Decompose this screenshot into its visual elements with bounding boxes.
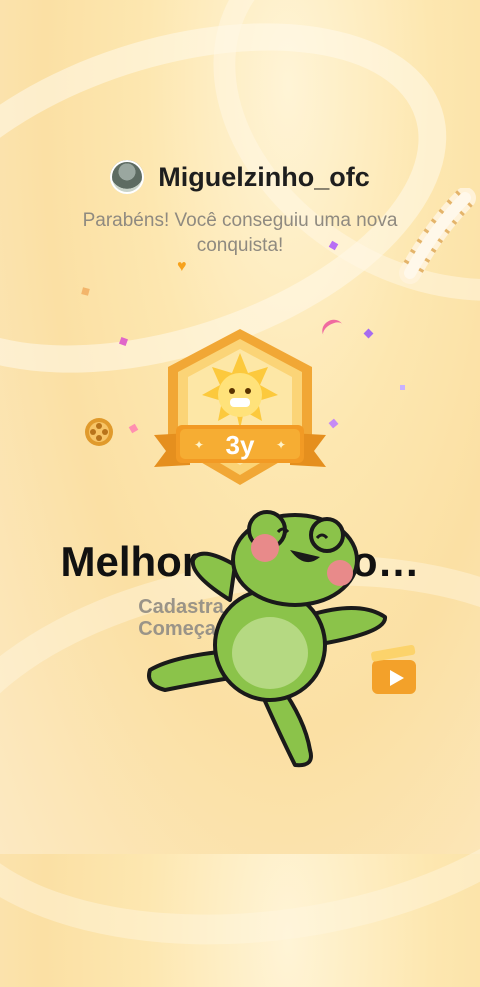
user-row: Miguelzinho_ofc <box>0 160 480 194</box>
svg-text:✦: ✦ <box>194 438 204 452</box>
avatar[interactable] <box>110 160 145 194</box>
green-frog-sticker-icon <box>147 510 387 768</box>
achievement-badge: ✦ ✦ 3y <box>154 329 326 485</box>
svg-text:✦: ✦ <box>276 438 286 452</box>
congrats-message: Parabéns! Você conseguiu uma nova conqui… <box>82 210 398 256</box>
confetti <box>128 423 139 434</box>
confetti <box>328 418 339 429</box>
username: Miguelzinho_ofc <box>158 161 370 192</box>
badge-label: 3y <box>226 430 255 460</box>
confetti <box>363 328 374 339</box>
heart-icon: ♥ <box>177 258 187 275</box>
confetti <box>400 385 405 390</box>
confetti <box>119 337 128 346</box>
film-reel-icon <box>85 418 113 446</box>
confetti <box>81 287 90 296</box>
